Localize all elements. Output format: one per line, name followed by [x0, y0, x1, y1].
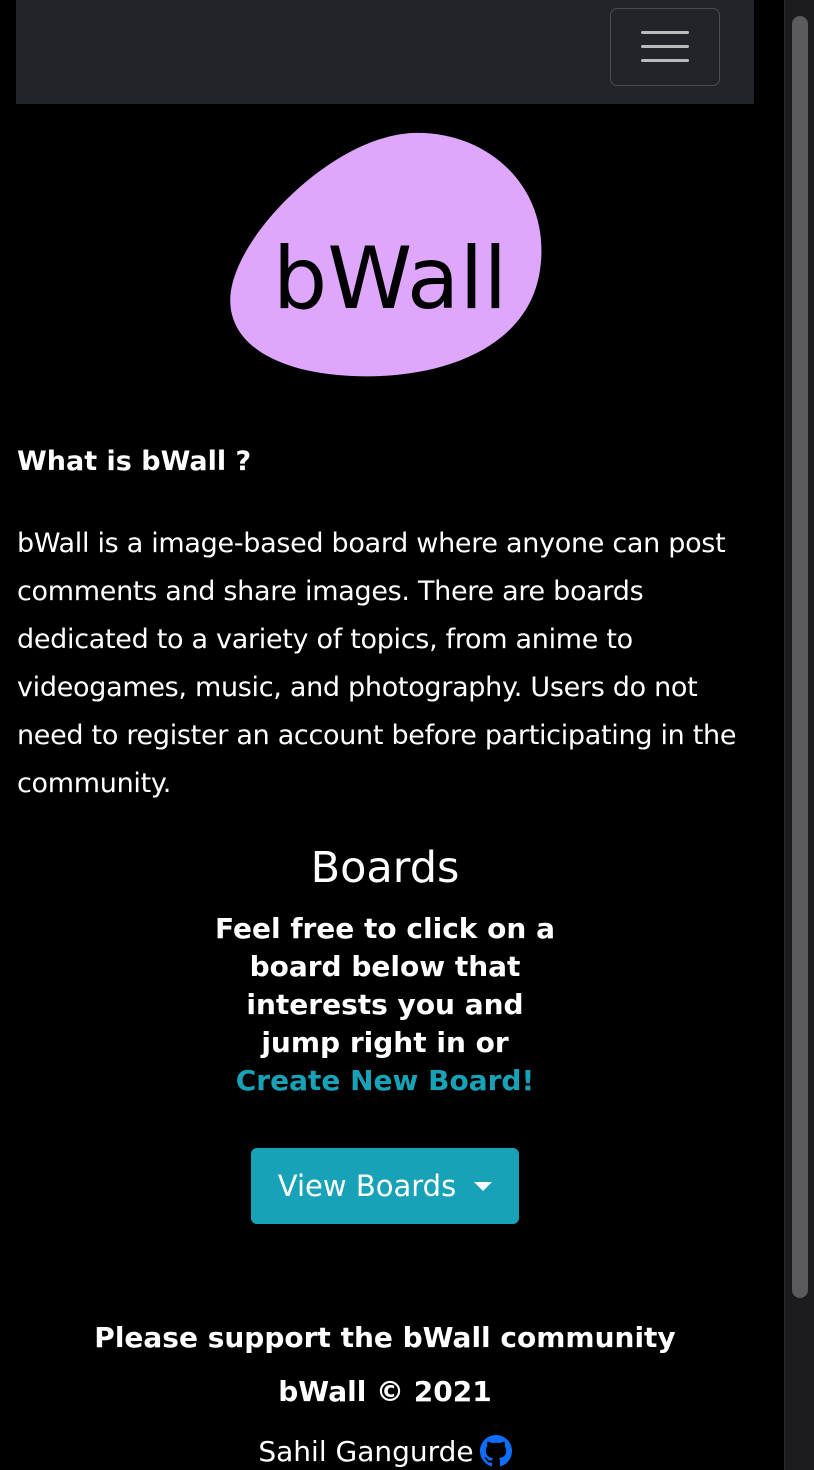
- about-description: bWall is a image-based board where anyon…: [17, 528, 737, 799]
- navbar-toggler-button[interactable]: [610, 8, 720, 86]
- hamburger-menu-icon-bar: [641, 45, 689, 48]
- github-icon[interactable]: [479, 1435, 512, 1467]
- footer-support-text: Please support the bWall community: [94, 1321, 676, 1354]
- create-new-board-link[interactable]: Create New Board!: [236, 1064, 535, 1097]
- boards-subtitle-text: Feel free to click on a board below that…: [215, 912, 555, 1059]
- vertical-scrollbar[interactable]: [784, 0, 814, 1470]
- author-name: Sahil Gangurde: [258, 1435, 474, 1468]
- bwall-logo: bWall: [230, 132, 542, 377]
- scrollbar-thumb[interactable]: [792, 16, 808, 1298]
- navbar: [16, 0, 754, 104]
- footer-copyright: bWall © 2021: [278, 1375, 492, 1408]
- boards-subtitle: Feel free to click on a board below that…: [205, 910, 565, 1100]
- hamburger-menu-icon: [641, 31, 689, 34]
- about-heading: What is bWall ?: [17, 446, 252, 477]
- hamburger-menu-icon-bar: [641, 59, 689, 62]
- caret-down-icon: [474, 1182, 493, 1191]
- logo-text: bWall: [273, 229, 508, 329]
- view-boards-label: View Boards: [277, 1169, 457, 1203]
- view-boards-dropdown-button[interactable]: View Boards: [251, 1148, 519, 1224]
- boards-heading: Boards: [310, 843, 460, 893]
- footer-author: Sahil Gangurde: [0, 1432, 770, 1470]
